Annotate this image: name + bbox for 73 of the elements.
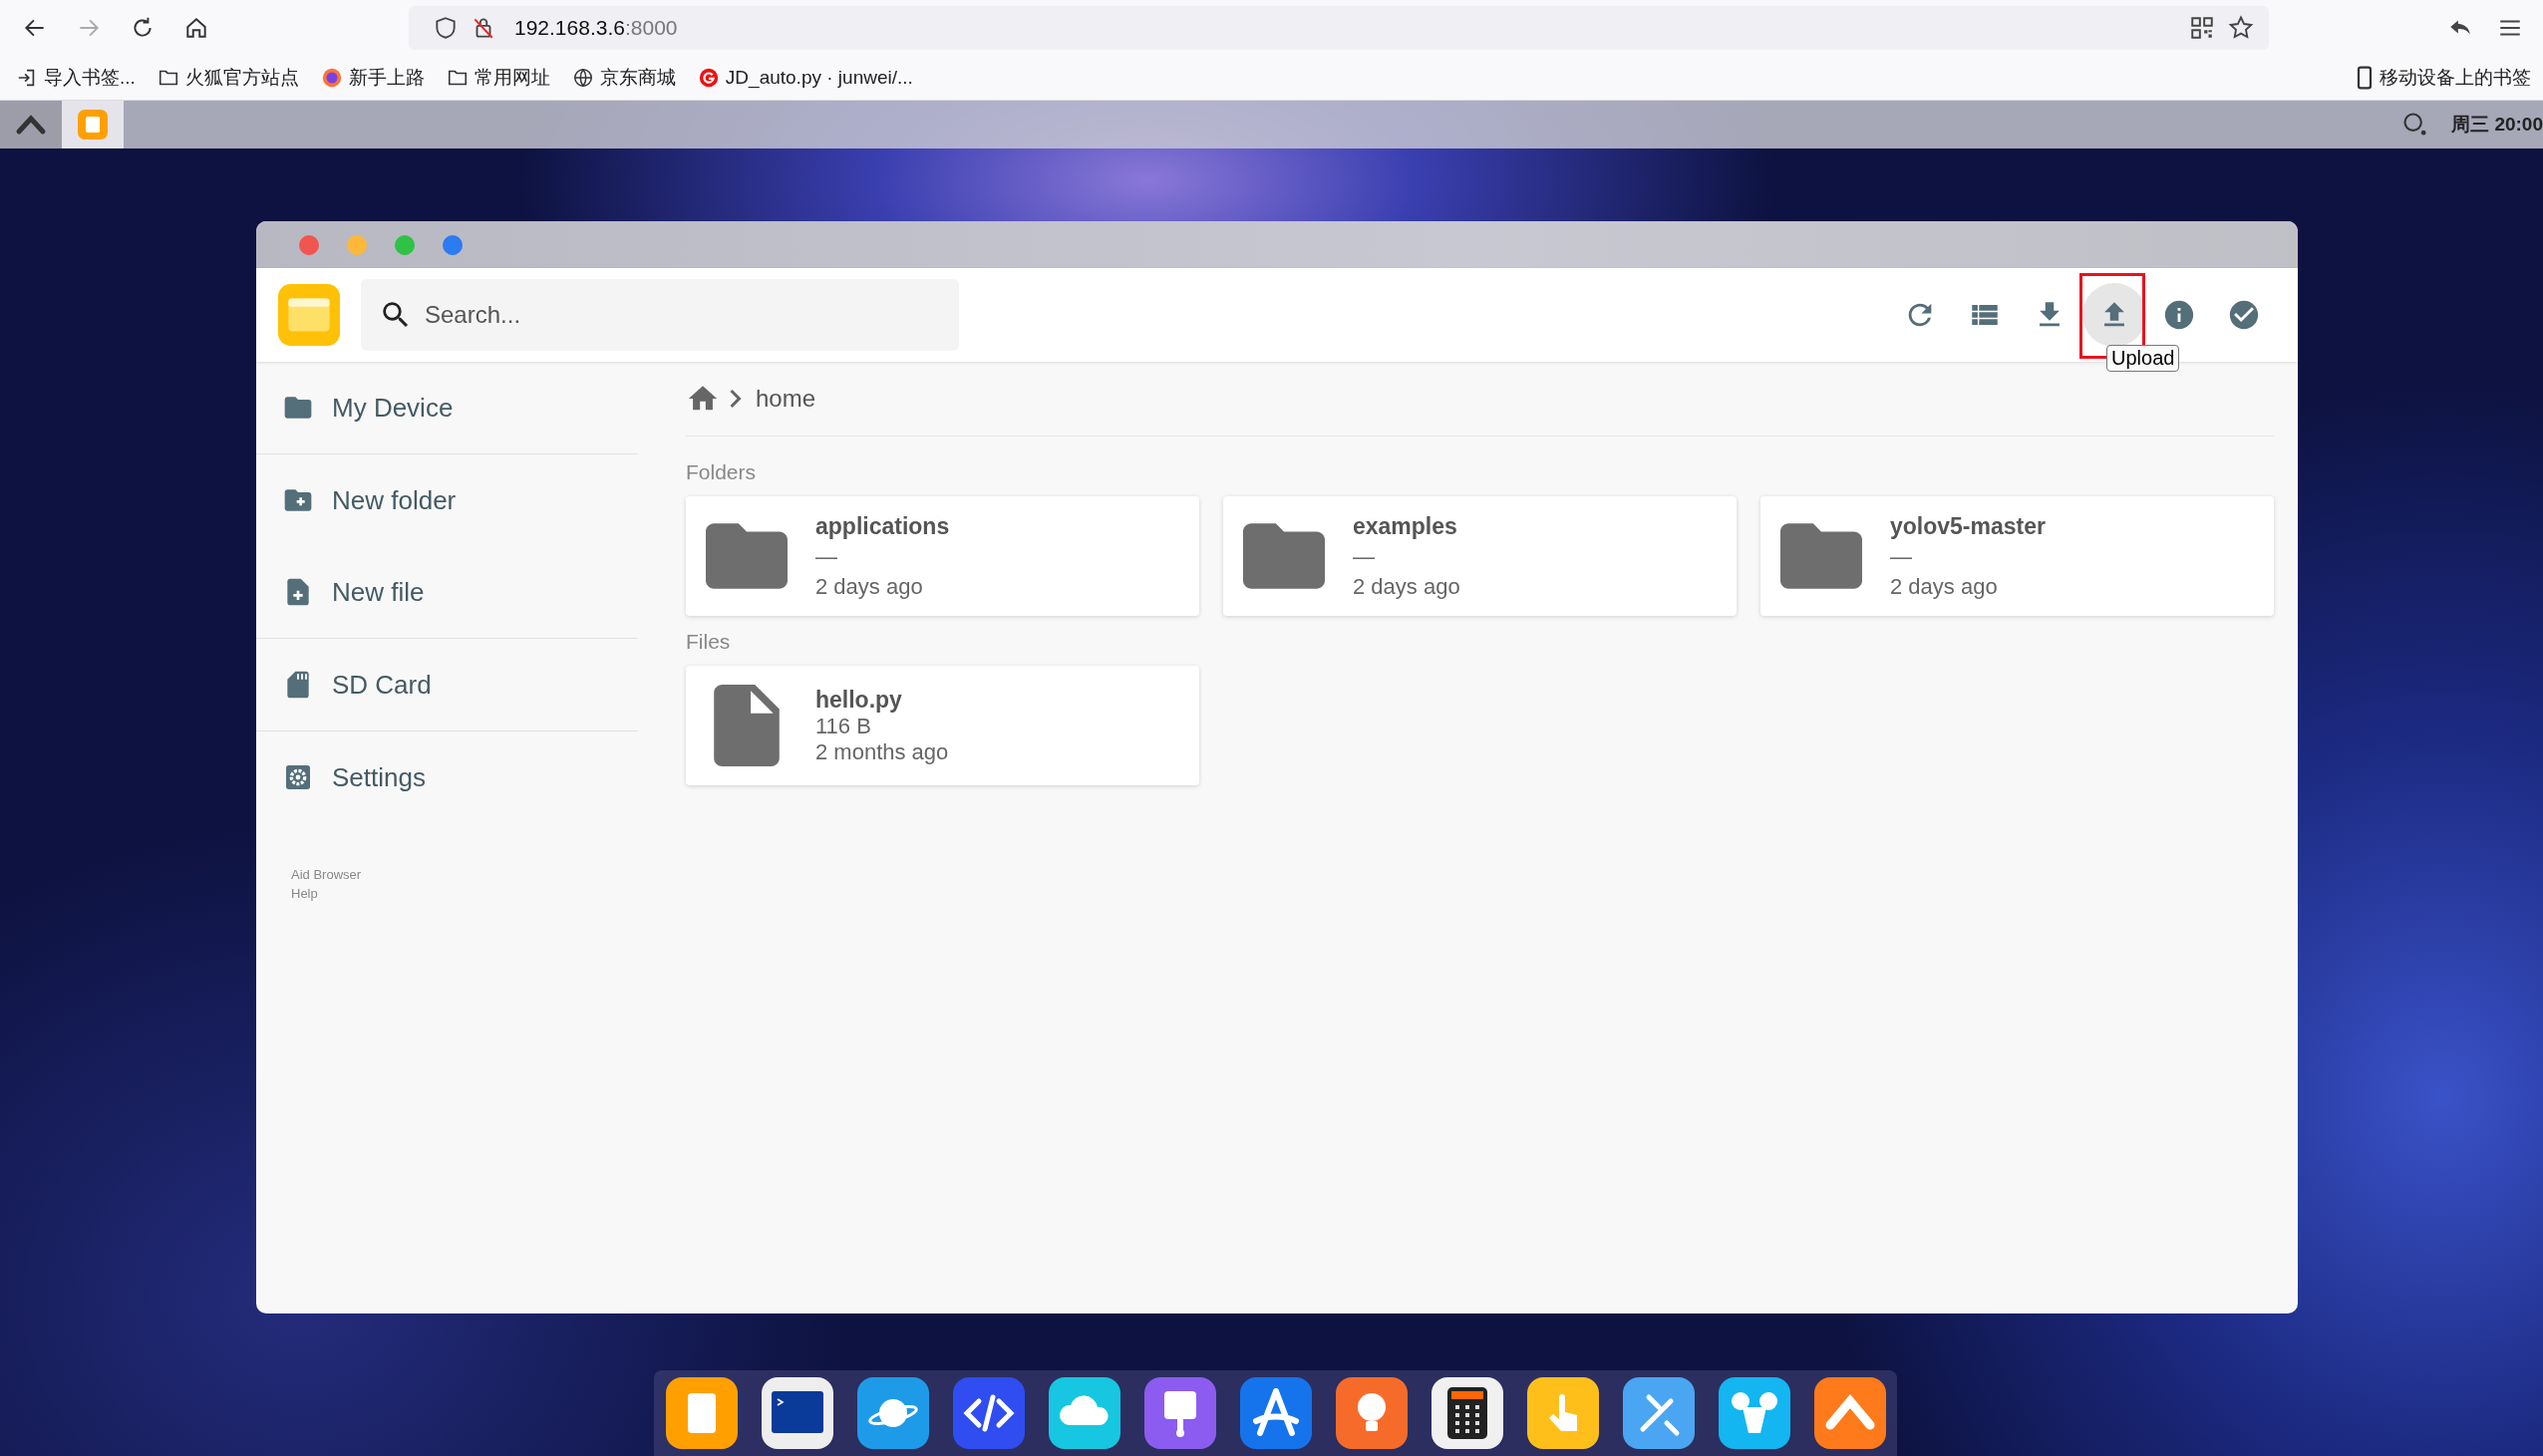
modified-time: 2 months ago xyxy=(815,738,949,765)
star-icon[interactable] xyxy=(2227,14,2255,42)
bookmark-item[interactable]: 京东商城 xyxy=(571,65,676,91)
planet-app-icon[interactable] xyxy=(856,1377,929,1449)
file-name: hello.py xyxy=(815,686,903,714)
info-icon xyxy=(2162,298,2196,332)
cloud-app-icon[interactable] xyxy=(1048,1377,1120,1449)
folder-app-logo xyxy=(278,284,340,346)
file-size: 116 B xyxy=(815,713,872,739)
sidebar-item[interactable]: New folder xyxy=(256,484,457,516)
phone-icon xyxy=(2356,66,2374,90)
folder-card[interactable]: examples — 2 days ago xyxy=(1223,496,1737,616)
sidebar-item[interactable]: Settings xyxy=(256,761,426,793)
url-host: 192.168.3.6 xyxy=(514,16,625,40)
section-heading: Folders xyxy=(686,460,758,484)
code-app-icon[interactable] xyxy=(952,1377,1025,1449)
chevron-icon xyxy=(730,390,742,408)
mouse-app-icon[interactable] xyxy=(1718,1377,1790,1449)
file-card[interactable]: hello.py 116 B 2 months ago xyxy=(686,666,1199,785)
brush-app-icon[interactable] xyxy=(1143,1377,1216,1449)
folder-icon xyxy=(706,523,788,589)
hand-app-icon[interactable] xyxy=(1526,1377,1599,1449)
breadcrumb-link[interactable]: home xyxy=(756,385,816,413)
calculator-app-icon[interactable] xyxy=(1430,1377,1503,1449)
bookmark-item[interactable]: 常用网址 xyxy=(446,65,550,91)
section-heading: Files xyxy=(686,630,732,654)
url-port: :8000 xyxy=(624,16,678,40)
bookmark-item[interactable]: 新手上路 xyxy=(320,65,425,91)
folder-size: — xyxy=(1890,543,1913,570)
modified-time: 2 days ago xyxy=(1890,573,1999,600)
sidebar-item[interactable]: SD Card xyxy=(256,669,432,701)
sidebar-item[interactable]: New file xyxy=(256,576,425,608)
address-bar[interactable]: 192.168.3.6:8000 xyxy=(409,6,2269,50)
folder-size: — xyxy=(1353,543,1376,570)
folder-size: — xyxy=(815,543,838,570)
fox-logo-icon xyxy=(320,67,343,89)
maximize-dot[interactable] xyxy=(395,234,415,255)
tooltip: Upload xyxy=(2106,345,2180,372)
clock: 周三 20:00 xyxy=(2451,113,2543,137)
tools-app-icon[interactable] xyxy=(1622,1377,1695,1449)
bookmark-item[interactable]: JD_auto.py · junwei/... xyxy=(697,67,913,89)
folder-name: yolov5-master xyxy=(1890,512,2046,540)
mobile-bookmarks-item[interactable]: 移动设备上的书签 xyxy=(2356,65,2531,91)
folder-card[interactable]: yolov5-master — 2 days ago xyxy=(1760,496,2274,616)
bulb-app-icon[interactable] xyxy=(1335,1377,1408,1449)
window-dot[interactable] xyxy=(443,234,463,255)
modified-time: 2 days ago xyxy=(815,573,924,600)
folder-name: examples xyxy=(1353,512,1458,540)
folder-icon xyxy=(1243,523,1325,589)
letter-logo-icon xyxy=(697,67,720,89)
files-app-icon xyxy=(78,110,108,140)
minimize-dot[interactable] xyxy=(347,234,367,255)
qr-code-icon[interactable] xyxy=(2189,15,2215,41)
terminal-app-icon[interactable] xyxy=(761,1377,833,1449)
footer-link[interactable]: Aid Browser xyxy=(291,867,362,882)
sidebar-item[interactable]: My Device xyxy=(256,392,454,424)
bookmark-item[interactable]: 火狐官方站点 xyxy=(157,65,299,91)
store-app-icon[interactable] xyxy=(1239,1377,1312,1449)
files-app-icon[interactable] xyxy=(665,1377,738,1449)
close-dot[interactable] xyxy=(299,234,319,255)
logo-icon xyxy=(15,114,47,136)
folder-icon xyxy=(1780,523,1862,589)
folder-name: applications xyxy=(815,512,950,540)
bookmark-item[interactable]: 导入书签... xyxy=(16,65,136,91)
home-icon[interactable] xyxy=(183,15,209,41)
launcher-button[interactable] xyxy=(0,101,62,148)
globe-icon xyxy=(571,67,594,89)
shield-icon[interactable] xyxy=(433,15,459,41)
modified-time: 2 days ago xyxy=(1353,573,1460,600)
search-field[interactable]: Search... xyxy=(361,279,959,351)
folder-card[interactable]: applications — 2 days ago xyxy=(686,496,1199,616)
file-icon xyxy=(714,685,780,766)
logo-app-icon[interactable] xyxy=(1813,1377,1886,1449)
